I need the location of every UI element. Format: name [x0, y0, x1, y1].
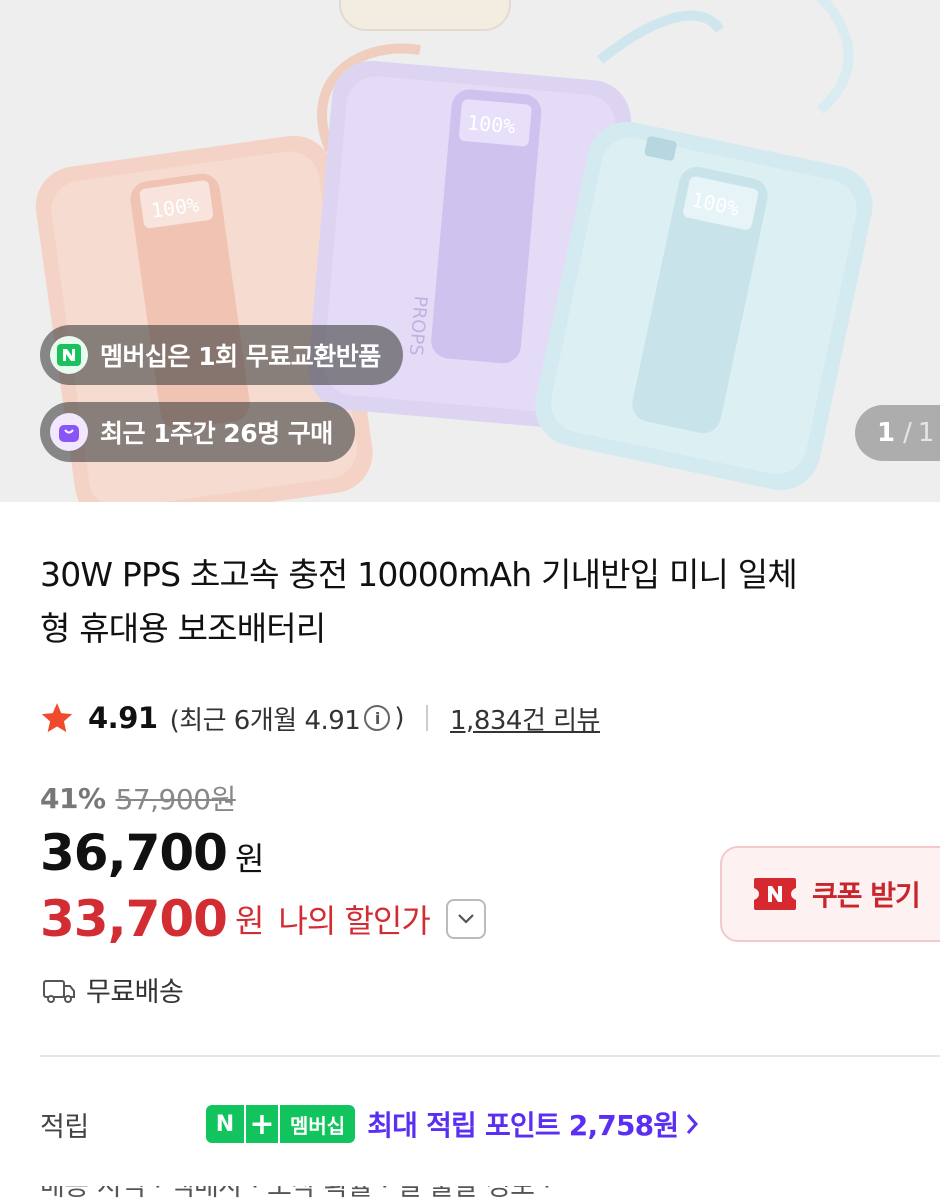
- image-counter-total: 1: [917, 418, 935, 448]
- product-title: 30W PPS 초고속 충전 10000mAh 기내반입 미니 일체 형 휴대용…: [40, 548, 940, 656]
- sale-price-currency: 원: [234, 840, 265, 878]
- product-image-carousel[interactable]: 100% 100% PROPS 100% 멤버십은 1회 무료교환반품 최근 1…: [0, 0, 940, 502]
- membership-return-badge: 멤버십은 1회 무료교환반품: [40, 325, 403, 385]
- chevron-right-icon: [687, 1114, 699, 1134]
- rating-separator: [426, 705, 429, 731]
- my-discount-price: 33,700: [40, 890, 228, 948]
- my-discount-expand-button[interactable]: [445, 899, 486, 939]
- membership-return-text: 멤버십은 1회 무료교환반품: [100, 342, 381, 371]
- rating-recent: (최근 6개월 4.91: [169, 705, 361, 736]
- shipping-row: 무료배송: [42, 970, 184, 1009]
- rating-row: 4.91 (최근 6개월 4.91 i ) 1,834건 리뷰: [40, 698, 600, 738]
- svg-text:100%: 100%: [466, 110, 516, 138]
- discount-row: 41% 57,900원: [40, 778, 236, 818]
- product-title-line2: 형 휴대용 보조배터리: [40, 609, 326, 648]
- review-count-link[interactable]: 1,834건 리뷰: [450, 700, 600, 737]
- rating-recent-close: ): [394, 703, 405, 733]
- coupon-n-icon: [754, 878, 796, 910]
- naver-n-icon: [50, 336, 88, 374]
- truck-icon: [43, 979, 75, 1003]
- star-icon: [41, 703, 73, 733]
- badge-n: N: [206, 1105, 244, 1143]
- shopping-bag-icon: [50, 413, 88, 451]
- sale-price-row: 36,700 원: [40, 824, 264, 882]
- info-icon[interactable]: i: [364, 705, 391, 731]
- my-discount-label: 나의 할인가: [278, 902, 430, 940]
- chevron-down-icon: [458, 914, 474, 924]
- points-label: 적립: [40, 1111, 89, 1143]
- points-row[interactable]: 적립 N + 멤버십 최대 적립 포인트 2,758원: [40, 1102, 940, 1146]
- recent-purchase-badge: 최근 1주간 26명 구매: [40, 402, 355, 462]
- section-divider: [40, 1055, 940, 1057]
- image-counter-separator: /: [903, 418, 912, 448]
- original-price: 57,900원: [115, 783, 237, 816]
- my-discount-currency: 원: [234, 902, 265, 940]
- next-row-partial-text: 배송 지역 · 택배사 · 도착 확률 · 일 출발 정보 ·: [40, 1186, 940, 1200]
- badge-plus: +: [244, 1105, 278, 1143]
- coupon-button[interactable]: 쿠폰 받기: [720, 846, 940, 942]
- discount-rate: 41%: [40, 781, 106, 815]
- sale-price: 36,700: [40, 824, 228, 882]
- product-title-line1: 30W PPS 초고속 충전 10000mAh 기내반입 미니 일체: [40, 555, 798, 594]
- naver-plus-membership-badge: N + 멤버십: [206, 1105, 356, 1143]
- shipping-label: 무료배송: [86, 977, 184, 1008]
- image-counter: 1 / 1: [855, 405, 940, 461]
- badge-membership: 멤버십: [278, 1105, 356, 1143]
- my-discount-row: 33,700 원 나의 할인가: [40, 890, 486, 948]
- next-row-partial: 배송 지역 · 택배사 · 도착 확률 · 일 출발 정보 ·: [40, 1186, 940, 1200]
- max-points-text: 최대 적립 포인트 2,758원: [367, 1109, 679, 1142]
- coupon-label: 쿠폰 받기: [812, 879, 921, 912]
- rating-score: 4.91: [88, 701, 158, 735]
- image-counter-current: 1: [877, 418, 896, 448]
- recent-purchase-text: 최근 1주간 26명 구매: [100, 419, 333, 448]
